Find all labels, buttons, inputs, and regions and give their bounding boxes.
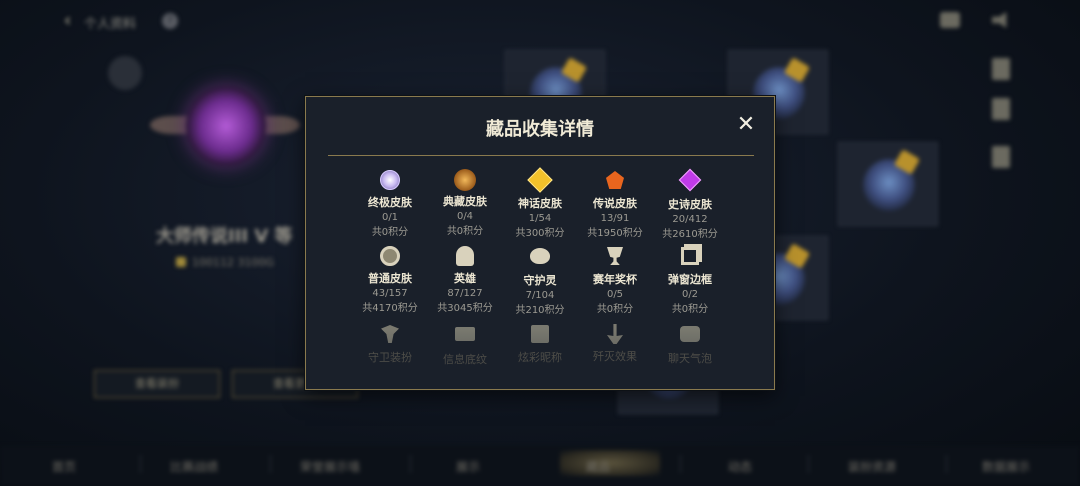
epic-skin-stat[interactable]: 史诗皮肤 20/412 共2610积分 (645, 168, 735, 241)
item-count: 20/412 (672, 214, 708, 225)
page-title: 个人资料 (84, 17, 137, 32)
epic-skin-icon (678, 168, 702, 194)
normal-skin-icon (379, 246, 401, 268)
close-button[interactable]: ✕ (736, 114, 756, 136)
collection-skin-icon (454, 169, 476, 191)
tab-home[interactable]: 首页 (52, 458, 76, 475)
ultimate-skin-icon (379, 170, 401, 192)
item-count: 0/2 (681, 289, 699, 300)
guardian-spirit-icon (529, 248, 551, 270)
bottom-tab-bar (0, 446, 1080, 486)
trophy-side-icon[interactable] (992, 98, 1010, 120)
tab-honor-wall[interactable]: 荣誉展示墙 (300, 458, 360, 475)
title-divider (328, 155, 754, 156)
popup-frame-icon (679, 247, 701, 269)
history-icon[interactable] (992, 146, 1010, 168)
item-label: 弹窗边框 (668, 273, 712, 286)
tab-match-record[interactable]: 比赛战绩 (170, 458, 218, 475)
popup-frame-stat[interactable]: 弹窗边框 0/2 共0积分 (645, 245, 735, 316)
annihilation-effect-icon (604, 324, 626, 346)
help-icon[interactable]: ? (162, 13, 178, 29)
dialog-title: 藏品收集详情 (486, 119, 594, 140)
ward-skin-icon (379, 325, 401, 347)
tab-data[interactable]: 数据展示 (982, 458, 1030, 475)
chat-bubble-stat[interactable]: 聊天气泡 (645, 323, 735, 365)
season-trophy-icon (604, 247, 626, 269)
chat-icon[interactable] (940, 12, 960, 28)
rank-emblem (150, 86, 300, 182)
points-text: 100112 3100G (192, 256, 275, 269)
settings-badge-icon[interactable] (108, 56, 142, 90)
collection-tile[interactable] (838, 142, 938, 226)
tab-feed[interactable]: 动态 (728, 458, 752, 475)
chat-bubble-icon (679, 326, 701, 348)
hero-helmet-icon (454, 246, 476, 268)
mythic-skin-icon (527, 167, 553, 193)
back-chevron-icon[interactable]: ‹ (64, 12, 76, 30)
sound-icon[interactable] (992, 12, 1007, 28)
view-outfit-button[interactable]: 查看装扮 (94, 370, 220, 398)
item-points: 共2610积分 (662, 229, 718, 240)
collection-details-dialog: 藏品收集详情 ✕ 终极皮肤 0/1 共0积分 典藏皮肤 0/4 共0积分 神话皮… (305, 96, 775, 390)
colorful-name-icon (529, 325, 551, 347)
item-label: 史诗皮肤 (668, 198, 712, 211)
share-icon[interactable] (992, 58, 1010, 80)
legendary-skin-icon (604, 171, 626, 193)
rank-text: 大师传说III V 等 (156, 226, 293, 247)
item-label: 聊天气泡 (668, 352, 712, 365)
item-points: 共0积分 (671, 304, 709, 315)
tab-outfit-resources[interactable]: 装扮资源 (848, 458, 896, 475)
top-bar: ‹ 个人资料 ? (0, 0, 1080, 44)
tab-showcase[interactable]: 展示 (456, 458, 480, 475)
screen: ‹ 个人资料 ? 大师传说III V 等 100112 3100G 查看装扮 查… (0, 0, 1080, 486)
info-card-icon (454, 327, 476, 349)
coin-icon (176, 257, 186, 267)
tab-collection[interactable]: 藏品 (586, 458, 610, 475)
